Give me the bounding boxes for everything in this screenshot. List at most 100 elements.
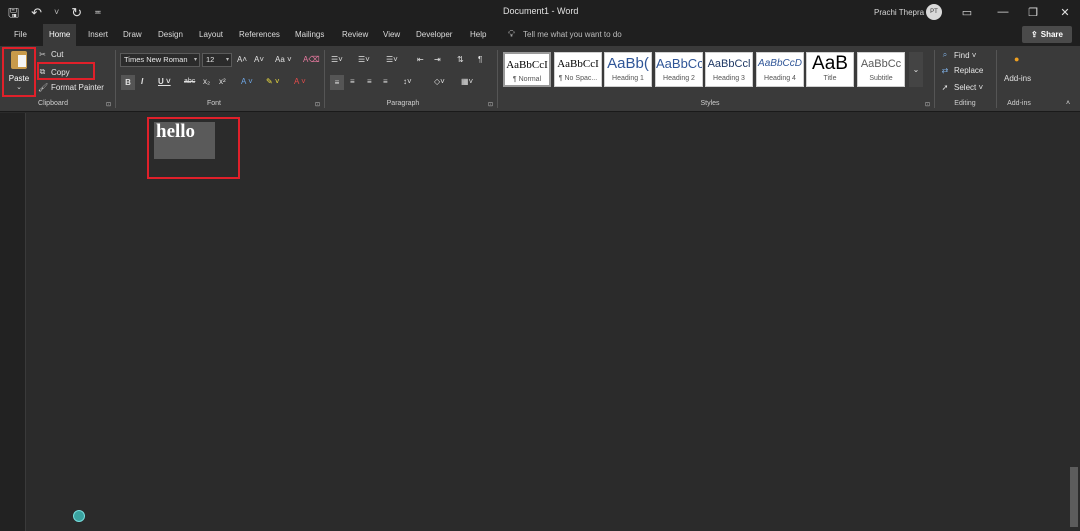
tab-developer[interactable]: Developer xyxy=(416,24,452,46)
tab-layout[interactable]: Layout xyxy=(199,24,223,46)
style-name: Heading 1 xyxy=(612,75,644,82)
avatar[interactable]: PT xyxy=(926,4,942,20)
align-right-icon[interactable]: ≡ xyxy=(367,77,372,86)
chevron-down-icon: ▾ xyxy=(193,57,197,63)
tab-home[interactable]: Home xyxy=(43,24,77,46)
font-name-field[interactable]: Times New Roman ▾ xyxy=(120,53,200,67)
share-button[interactable]: ⇪ Share xyxy=(1022,26,1072,43)
addins-icon[interactable]: ● xyxy=(1014,54,1019,64)
multilevel-list-icon[interactable]: ☰˅ xyxy=(386,55,398,64)
quick-access-toolbar: 🖫 ↶ ˅ ↻ ≖ xyxy=(8,0,102,24)
styles-more-icon[interactable]: ⌄ xyxy=(909,52,923,87)
ribbon: Paste ⌄ ✂ Cut ⧉ Copy 🖌︎ Format Painter C… xyxy=(0,46,1080,112)
user-name[interactable]: Prachi Thepra xyxy=(874,8,924,17)
restore-icon[interactable]: ❐ xyxy=(1018,0,1048,24)
minimize-icon[interactable]: — xyxy=(988,0,1018,24)
style-sample: AaBbCc xyxy=(656,56,703,71)
tab-review[interactable]: Review xyxy=(342,24,368,46)
tab-design[interactable]: Design xyxy=(158,24,183,46)
bold-button[interactable]: B xyxy=(121,75,135,90)
replace-icon: ⇄ xyxy=(941,66,949,75)
grow-font-button[interactable]: A˄ xyxy=(237,55,247,64)
save-icon[interactable]: 🖫 xyxy=(8,6,19,19)
style-title[interactable]: AaB Title xyxy=(806,52,854,87)
superscript-button[interactable]: x² xyxy=(219,77,226,86)
bullets-icon[interactable]: ☰˅ xyxy=(331,55,343,64)
search-icon: ⌕ xyxy=(942,50,948,59)
justify-icon[interactable]: ≡ xyxy=(383,77,388,86)
close-icon[interactable]: ✕ xyxy=(1050,0,1080,24)
change-case-button[interactable]: Aa ˅ xyxy=(275,55,292,64)
tab-draw[interactable]: Draw xyxy=(123,24,142,46)
highlight-color-button[interactable]: ✎ ˅ xyxy=(266,77,280,86)
undo-icon[interactable]: ↶ xyxy=(31,6,42,19)
format-painter-button[interactable]: 🖌︎ Format Painter xyxy=(38,83,104,92)
collapse-ribbon-icon[interactable]: ˄ xyxy=(1066,100,1070,107)
sort-icon[interactable]: ⇅ xyxy=(457,55,464,64)
clear-formatting-button[interactable]: A⌫ xyxy=(303,55,320,64)
styles-launcher-icon[interactable]: ⊡ xyxy=(925,101,930,108)
ribbon-display-options-icon[interactable]: ▭ xyxy=(952,0,982,24)
paragraph-launcher-icon[interactable]: ⊡ xyxy=(488,101,493,108)
style-sample: AaBbCcI xyxy=(557,58,599,70)
scissors-icon: ✂ xyxy=(39,50,46,59)
shrink-font-button[interactable]: A˅ xyxy=(254,55,264,64)
customize-qat-icon[interactable]: ≖ xyxy=(94,7,102,17)
style-sample: AaB xyxy=(812,53,848,74)
group-label-styles: Styles xyxy=(700,100,720,107)
clipboard-launcher-icon[interactable]: ⊡ xyxy=(106,101,111,108)
font-color-button[interactable]: A ˅ xyxy=(294,77,306,86)
tell-me-search[interactable]: 💡︎ Tell me what you want to do xyxy=(508,24,622,46)
replace-button[interactable]: ⇄ Replace xyxy=(940,66,984,75)
tab-references[interactable]: References xyxy=(239,24,280,46)
left-margin-bar xyxy=(0,113,26,531)
select-button[interactable]: ➚ Select ˅ xyxy=(940,83,984,92)
addins-button[interactable]: Add-ins xyxy=(1004,74,1031,83)
style-normal[interactable]: AaBbCcI ¶ Normal xyxy=(503,52,551,87)
style-heading-1[interactable]: AaBb( Heading 1 xyxy=(604,52,652,87)
style-heading-3[interactable]: AaBbCcl Heading 3 xyxy=(705,52,753,87)
tab-mailings[interactable]: Mailings xyxy=(295,24,324,46)
show-marks-icon[interactable]: ¶ xyxy=(478,55,482,64)
undo-dropdown-icon[interactable]: ˅ xyxy=(54,7,59,17)
align-left-icon[interactable]: ≡ xyxy=(330,75,344,90)
strikethrough-button[interactable]: abc xyxy=(184,78,195,85)
style-no-spacing[interactable]: AaBbCcI ¶ No Spac... xyxy=(554,52,602,87)
underline-button[interactable]: U ˅ xyxy=(158,77,171,86)
font-size-field[interactable]: 12 ▾ xyxy=(202,53,232,67)
highlight-box-copy xyxy=(37,62,95,80)
align-center-icon[interactable]: ≡ xyxy=(350,77,355,86)
share-label: Share xyxy=(1040,30,1063,39)
cut-button[interactable]: ✂ Cut xyxy=(38,50,63,59)
increase-indent-icon[interactable]: ⇥ xyxy=(434,55,441,64)
find-button[interactable]: ⌕ Find ˅ xyxy=(940,50,977,60)
style-name: Heading 4 xyxy=(764,75,796,82)
tab-help[interactable]: Help xyxy=(470,24,486,46)
font-launcher-icon[interactable]: ⊡ xyxy=(315,101,320,108)
redo-icon[interactable]: ↻ xyxy=(71,6,82,19)
subscript-button[interactable]: x₂ xyxy=(203,77,210,86)
style-heading-4[interactable]: AaBbCcD Heading 4 xyxy=(756,52,804,87)
font-name-value: Times New Roman xyxy=(124,55,188,64)
style-heading-2[interactable]: AaBbCc Heading 2 xyxy=(655,52,703,87)
scrollbar-thumb[interactable] xyxy=(1070,467,1078,527)
document-title: Document1 - Word xyxy=(503,6,579,16)
group-divider xyxy=(996,50,997,108)
numbering-icon[interactable]: ☰˅ xyxy=(358,55,370,64)
tab-view[interactable]: View xyxy=(383,24,400,46)
tab-insert[interactable]: Insert xyxy=(88,24,108,46)
style-name: Subtitle xyxy=(869,75,893,82)
style-sample: AaBbCcI xyxy=(506,59,548,71)
text-effects-button[interactable]: A ˅ xyxy=(241,77,253,86)
style-subtitle[interactable]: AaBbCc Subtitle xyxy=(857,52,905,87)
tell-me-placeholder: Tell me what you want to do xyxy=(523,30,622,39)
shading-icon[interactable]: ◇˅ xyxy=(434,77,445,86)
decrease-indent-icon[interactable]: ⇤ xyxy=(417,55,424,64)
italic-button[interactable]: I xyxy=(141,77,143,86)
line-spacing-icon[interactable]: ↕˅ xyxy=(403,77,412,86)
paintbrush-icon: 🖌︎ xyxy=(38,83,49,92)
vertical-scrollbar[interactable] xyxy=(1068,113,1080,531)
borders-icon[interactable]: ▦˅ xyxy=(461,77,473,86)
tab-file[interactable]: File xyxy=(14,24,27,46)
cursor-icon: ➚ xyxy=(941,83,949,92)
